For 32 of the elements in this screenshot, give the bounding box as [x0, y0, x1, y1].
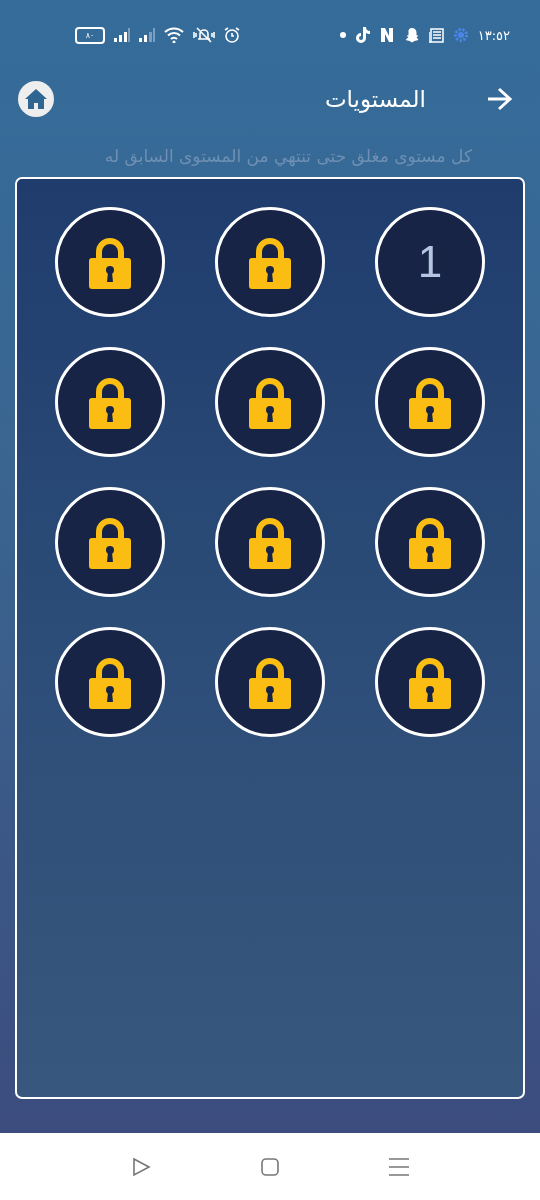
- signal-icon: [114, 28, 130, 42]
- ghost-icon: [403, 27, 420, 43]
- lock-icon: [409, 655, 451, 709]
- home-button[interactable]: [18, 81, 54, 117]
- wifi-icon: [164, 27, 184, 43]
- signal-icon: [139, 28, 155, 42]
- home-icon: [24, 88, 48, 110]
- lock-icon: [89, 375, 131, 429]
- level-button[interactable]: 1: [375, 207, 485, 317]
- music-note-icon: [354, 27, 370, 43]
- back-nav-icon: [131, 1156, 151, 1177]
- alarm-icon: [224, 27, 240, 43]
- news-icon: [428, 27, 444, 43]
- menu-icon: [389, 1157, 409, 1176]
- subtitle: كل مستوى مغلق حتى تنتهي من المستوى السابق له: [103, 145, 473, 169]
- lock-icon: [409, 515, 451, 569]
- lock-icon: [249, 655, 291, 709]
- app-icon: [378, 27, 395, 43]
- dot-icon: [339, 32, 346, 38]
- lock-icon: [89, 235, 131, 289]
- gear-icon: [452, 27, 469, 43]
- home-nav-icon: [261, 1157, 279, 1176]
- lock-icon: [89, 515, 131, 569]
- lock-icon: [249, 515, 291, 569]
- status-time: ١٣:٥٢: [477, 27, 510, 43]
- lock-icon: [409, 375, 451, 429]
- muted-bell-icon: [193, 27, 215, 43]
- page-title: المستويات: [323, 86, 426, 112]
- lock-icon: [249, 375, 291, 429]
- lock-icon: [89, 655, 131, 709]
- lock-icon: [249, 235, 291, 289]
- battery-icon: ٨٠: [75, 26, 105, 44]
